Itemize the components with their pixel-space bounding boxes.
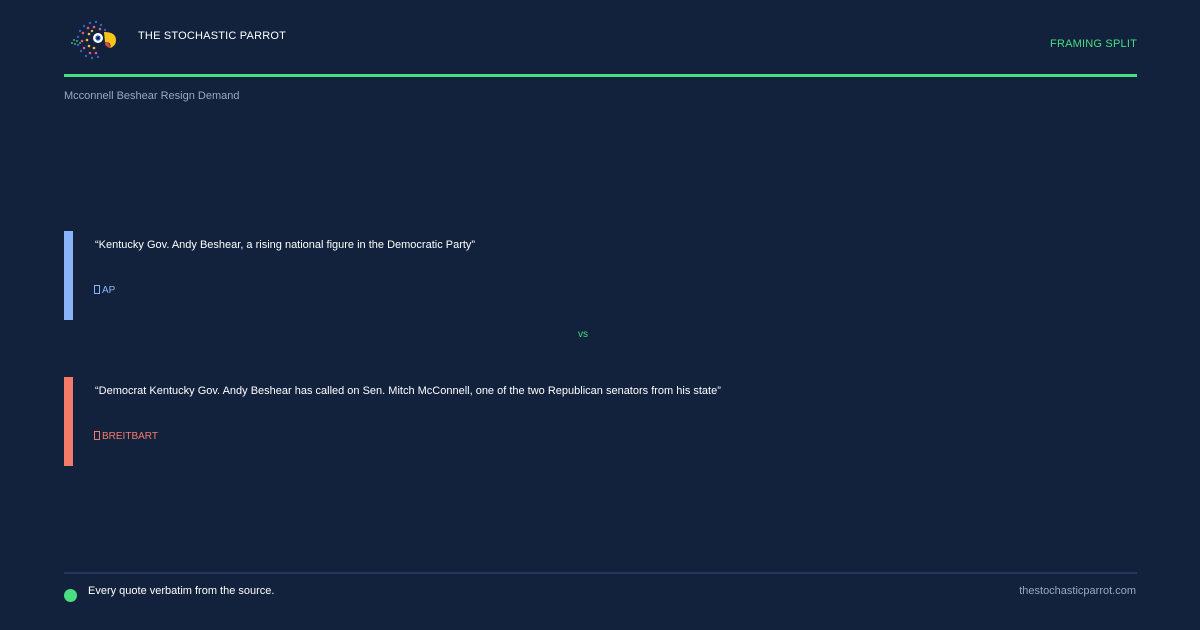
source-label: BREITBART <box>102 431 158 442</box>
footer-note: Every quote verbatim from the source. <box>88 585 275 597</box>
section-tagline: FRAMING SPLIT <box>1050 38 1137 50</box>
quote-source: BREITBART <box>94 431 158 442</box>
header-divider <box>64 74 1137 77</box>
quote-card-ap: “Kentucky Gov. Andy Beshear, a rising na… <box>64 231 1137 320</box>
status-dot-icon <box>64 589 77 602</box>
source-label: AP <box>102 285 116 296</box>
quote-accent-bar <box>64 231 73 320</box>
versus-label: vs <box>578 329 588 340</box>
quote-card-breitbart: “Democrat Kentucky Gov. Andy Beshear has… <box>64 377 1137 466</box>
source-glyph-icon <box>94 431 100 440</box>
footer-divider <box>64 572 1137 574</box>
source-glyph-icon <box>94 285 100 294</box>
quote-accent-bar <box>64 377 73 466</box>
brand-name: THE STOCHASTIC PARROT <box>138 30 287 42</box>
story-topic: Mcconnell Beshear Resign Demand <box>64 90 240 102</box>
quote-source: AP <box>94 285 115 296</box>
quote-text: “Kentucky Gov. Andy Beshear, a rising na… <box>95 239 476 251</box>
parrot-logo-icon <box>70 17 118 63</box>
site-url: thestochasticparrot.com <box>1019 585 1136 597</box>
quote-text: “Democrat Kentucky Gov. Andy Beshear has… <box>95 385 721 397</box>
